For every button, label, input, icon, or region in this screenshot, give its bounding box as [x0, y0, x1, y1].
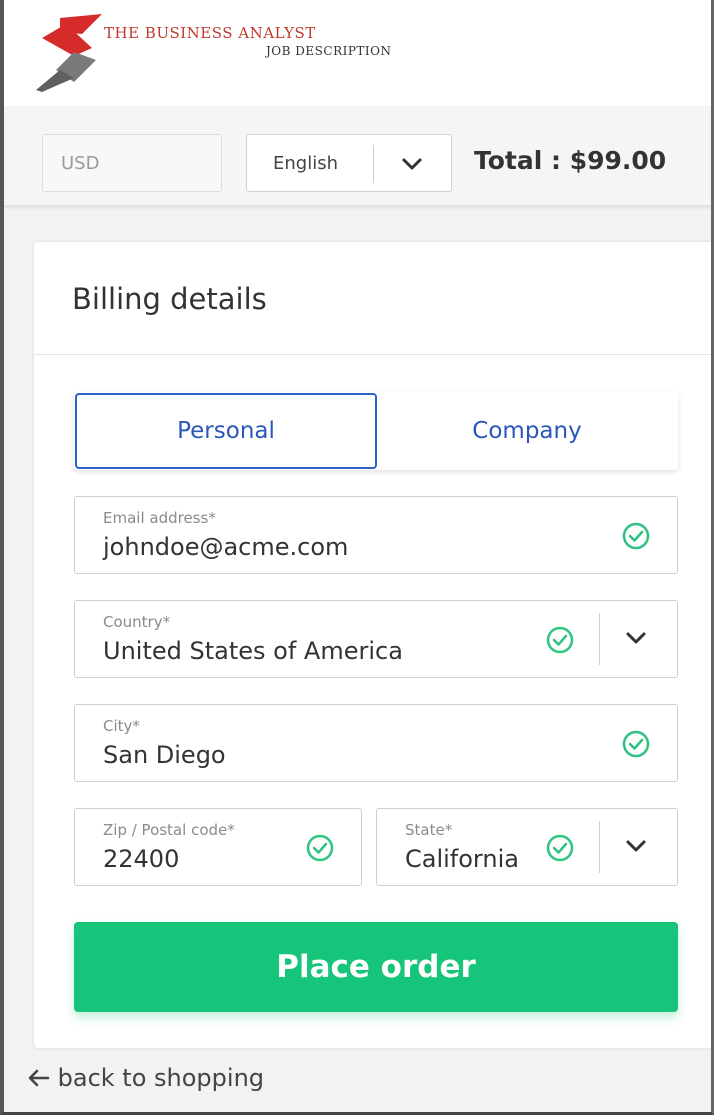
- customer-type-toggle: Personal Company: [74, 392, 678, 470]
- state-select-divider: [599, 821, 600, 873]
- billing-title: Billing details: [72, 282, 267, 316]
- email-field[interactable]: Email address* johndoe@acme.com: [74, 496, 678, 574]
- toolbar: USD English Total : $99.00: [4, 106, 711, 206]
- country-select[interactable]: Country* United States of America: [74, 600, 678, 678]
- city-value: San Diego: [103, 741, 226, 769]
- logo-icon: [36, 14, 102, 92]
- country-select-divider: [599, 613, 600, 665]
- brand-subtitle: JOB DESCRIPTION: [266, 44, 392, 58]
- state-value: California: [405, 845, 519, 873]
- currency-input[interactable]: USD: [42, 134, 222, 192]
- check-circle-icon: [546, 834, 574, 862]
- country-value: United States of America: [103, 637, 403, 665]
- email-label: Email address*: [103, 509, 216, 527]
- brand-title: THE BUSINESS ANALYST: [104, 24, 316, 42]
- city-field[interactable]: City* San Diego: [74, 704, 678, 782]
- header: THE BUSINESS ANALYST JOB DESCRIPTION: [4, 0, 711, 106]
- check-circle-icon: [306, 834, 334, 862]
- zip-value: 22400: [103, 845, 180, 873]
- check-circle-icon: [622, 730, 650, 758]
- billing-card: Billing details Personal Company Email a…: [34, 242, 711, 1048]
- zip-field[interactable]: Zip / Postal code* 22400: [74, 808, 362, 886]
- state-select[interactable]: State* California: [376, 808, 678, 886]
- arrow-left-icon: [28, 1069, 50, 1087]
- zip-label: Zip / Postal code*: [103, 821, 235, 839]
- country-label: Country*: [103, 613, 171, 631]
- chevron-down-icon[interactable]: [625, 839, 647, 853]
- language-select[interactable]: English: [246, 134, 452, 192]
- city-label: City*: [103, 717, 140, 735]
- email-value: johndoe@acme.com: [103, 533, 349, 561]
- app-frame: THE BUSINESS ANALYST JOB DESCRIPTION USD…: [0, 0, 714, 1115]
- tab-personal[interactable]: Personal: [75, 393, 377, 469]
- order-total: Total : $99.00: [474, 146, 667, 175]
- back-to-shopping-label: back to shopping: [57, 1064, 265, 1092]
- tab-company[interactable]: Company: [378, 393, 676, 469]
- check-circle-icon: [546, 626, 574, 654]
- card-divider: [34, 354, 711, 355]
- language-select-divider: [373, 145, 374, 183]
- chevron-down-icon[interactable]: [625, 631, 647, 645]
- back-to-shopping-link[interactable]: back to shopping: [28, 1064, 264, 1092]
- place-order-button[interactable]: Place order: [74, 922, 678, 1012]
- chevron-down-icon[interactable]: [401, 157, 423, 171]
- language-select-value: English: [273, 153, 338, 174]
- check-circle-icon: [622, 522, 650, 550]
- state-label: State*: [405, 821, 453, 839]
